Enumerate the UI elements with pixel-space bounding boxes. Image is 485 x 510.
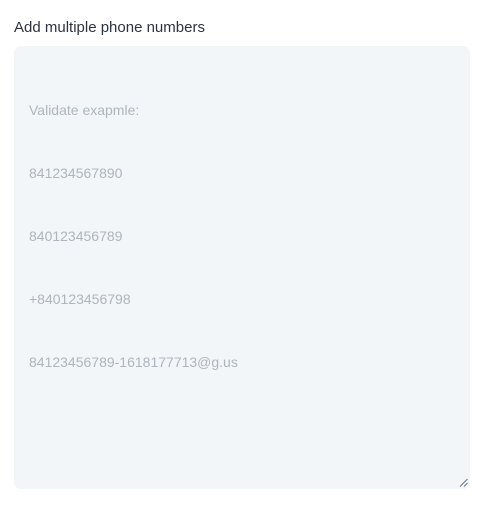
placeholder-line: 84123456789-1618177713@g.us	[29, 354, 238, 370]
phone-numbers-label: Add multiple phone numbers	[14, 19, 205, 36]
placeholder-line: Validate exapmle:	[29, 102, 140, 118]
placeholder-line: 840123456789	[29, 228, 123, 244]
phone-numbers-textarea[interactable]: Validate exapmle: 841234567890 840123456…	[14, 46, 470, 489]
phone-numbers-form: Add multiple phone numbers Validate exap…	[0, 0, 485, 510]
placeholder-line: 841234567890	[29, 165, 123, 181]
placeholder-line: +840123456798	[29, 291, 131, 307]
resize-grip-icon[interactable]	[459, 478, 468, 487]
textarea-placeholder: Validate exapmle: 841234567890 840123456…	[29, 58, 455, 415]
